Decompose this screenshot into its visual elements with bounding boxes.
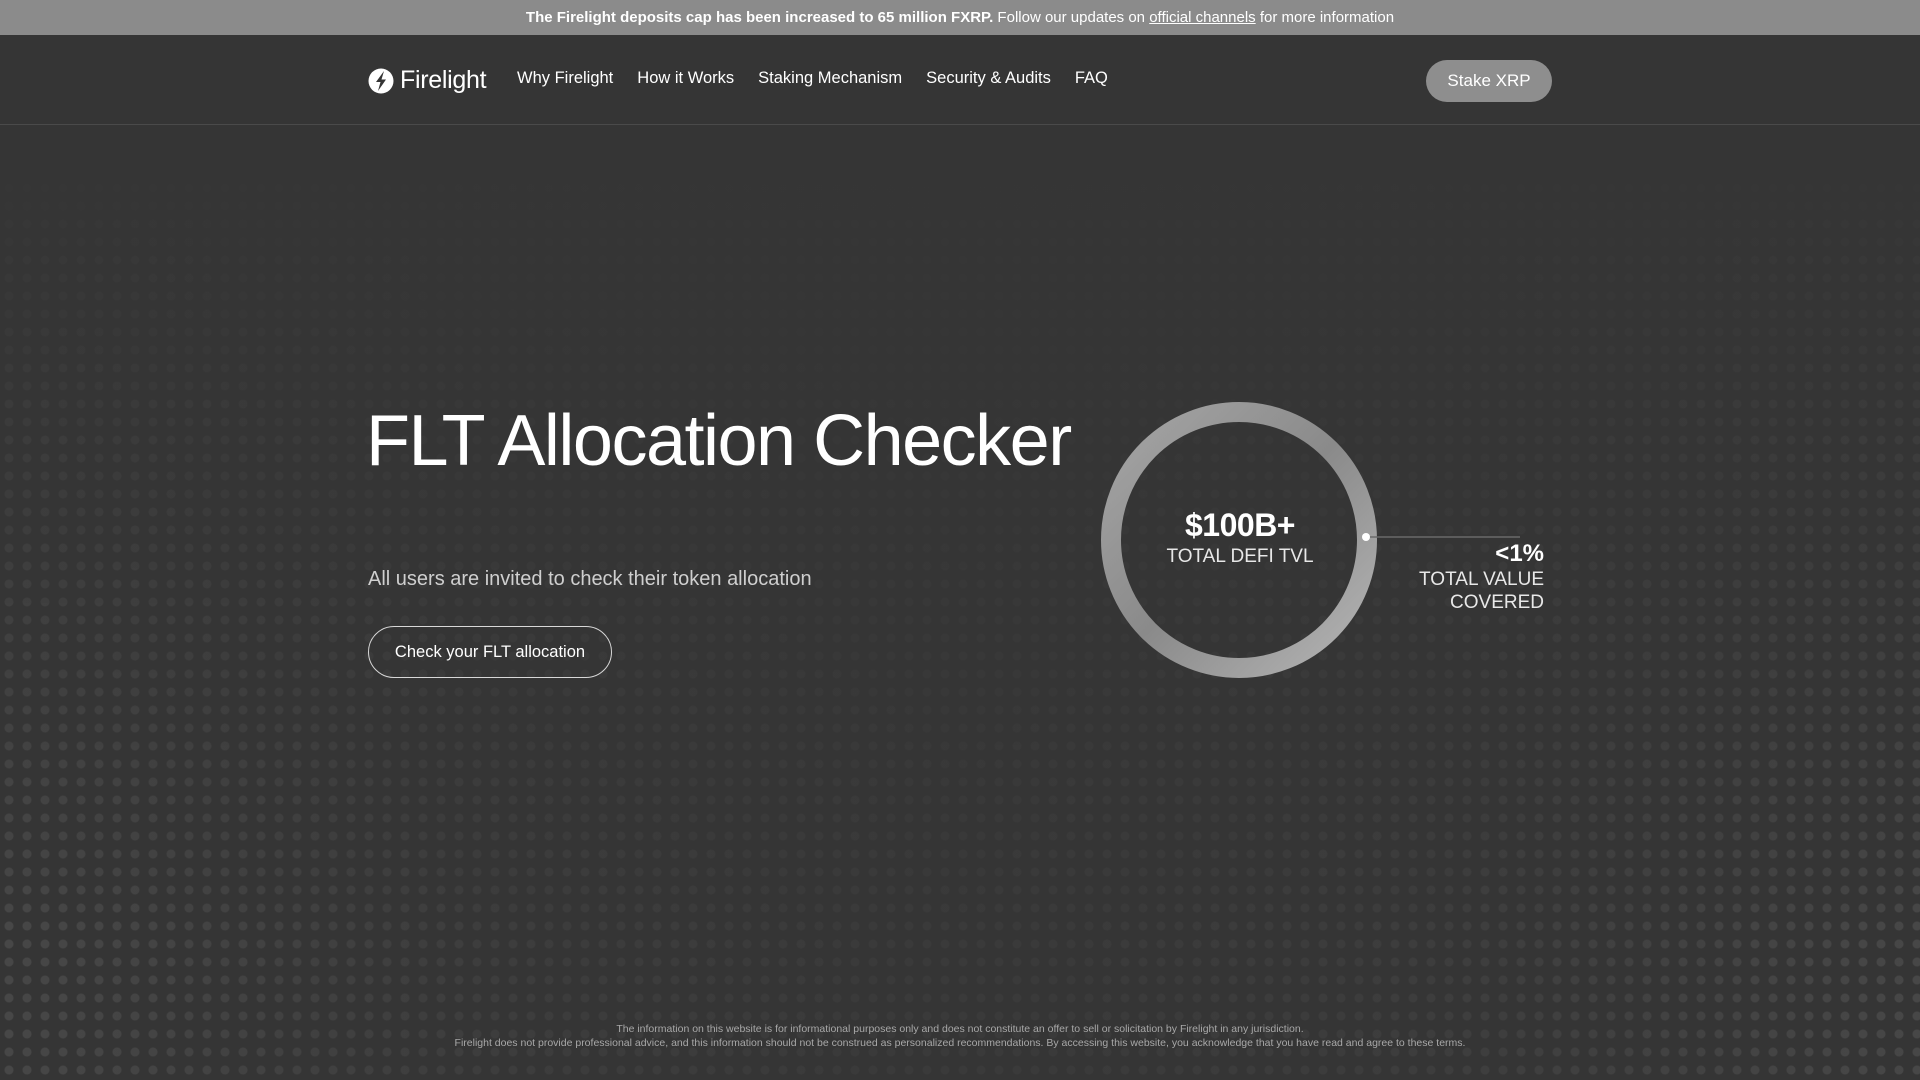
nav-how-it-works[interactable]: How it Works bbox=[637, 69, 734, 88]
logo-link[interactable]: Firelight bbox=[368, 66, 487, 95]
site-header: Firelight Why Firelight How it Works Sta… bbox=[0, 35, 1920, 125]
total-defi-tvl-label: TOTAL DEFI TVL bbox=[1166, 546, 1314, 567]
main-nav: Why Firelight How it Works Staking Mecha… bbox=[517, 69, 1108, 88]
nav-security-audits[interactable]: Security & Audits bbox=[926, 69, 1051, 88]
page-title: FLT Allocation Checker bbox=[366, 401, 1072, 481]
announcement-bar: The Firelight deposits cap has been incr… bbox=[0, 0, 1920, 35]
coverage-stat: <1% TOTAL VALUE COVERED bbox=[1380, 540, 1544, 614]
announcement-text: Follow our updates on bbox=[993, 9, 1150, 26]
nav-faq[interactable]: FAQ bbox=[1075, 69, 1108, 88]
coverage-label-line2: COVERED bbox=[1450, 592, 1544, 613]
total-defi-tvl-value: $100B+ bbox=[1185, 507, 1295, 543]
firelight-logo-icon bbox=[368, 68, 394, 94]
disclaimer-line-2: Firelight does not provide professional … bbox=[454, 1037, 1466, 1049]
ring-center-text: $100B+ TOTAL DEFI TVL bbox=[1100, 507, 1380, 568]
disclaimer-line-1: The information on this website is for i… bbox=[616, 1023, 1304, 1035]
tvl-ring-stat: $100B+ TOTAL DEFI TVL bbox=[1100, 402, 1520, 682]
logo-text: Firelight bbox=[400, 66, 487, 94]
official-channels-link[interactable]: official channels bbox=[1149, 9, 1255, 26]
nav-staking-mechanism[interactable]: Staking Mechanism bbox=[758, 69, 902, 88]
nav-why-firelight[interactable]: Why Firelight bbox=[517, 69, 613, 88]
footer-disclaimer: The information on this website is for i… bbox=[0, 1022, 1920, 1050]
background-vignette bbox=[0, 125, 1920, 1080]
announcement-bold-text: The Firelight deposits cap has been incr… bbox=[525, 9, 994, 26]
stake-xrp-button[interactable]: Stake XRP bbox=[1426, 60, 1552, 102]
page: The Firelight deposits cap has been incr… bbox=[0, 0, 1920, 1080]
check-allocation-button[interactable]: Check your FLT allocation bbox=[368, 626, 612, 678]
hero-subtitle: All users are invited to check their tok… bbox=[368, 568, 812, 590]
coverage-value: <1% bbox=[1495, 540, 1544, 567]
coverage-label-line1: TOTAL VALUE bbox=[1419, 569, 1544, 590]
announcement-text-end: for more information bbox=[1255, 9, 1395, 26]
